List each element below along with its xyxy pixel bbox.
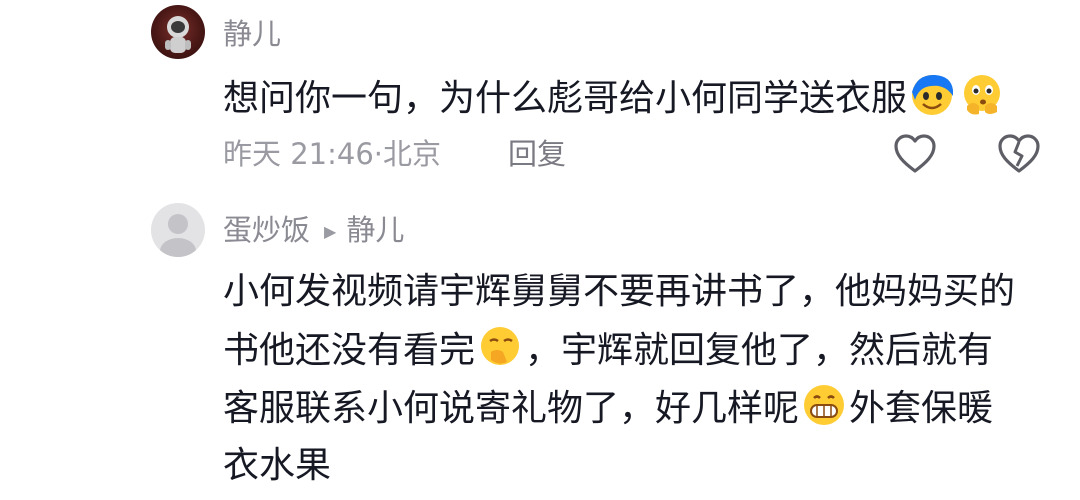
comment-line-1: 小何发视频请宇辉舅舅不要再讲书了，他妈妈买的 [223, 271, 1016, 312]
avatar[interactable] [151, 203, 205, 257]
username[interactable]: 静儿 [223, 16, 281, 52]
reply-arrow-icon: ▶ [324, 222, 337, 241]
reply-button[interactable]: 回复 [508, 136, 566, 172]
astronaut-avatar-icon [165, 16, 191, 53]
comment-text: 想问你一句，为什么彪哥给小何同学送衣服 [223, 72, 1007, 133]
comment-text-segment: ，宇辉就回复他了，然后就有 [525, 330, 994, 371]
comment-line-2: 书他还没有看完 ，宇辉就回复他了，然后就有 [223, 324, 993, 385]
thinking-face-icon [959, 72, 1005, 133]
grinning-face-icon [801, 382, 847, 443]
smiling-face-icon [909, 72, 955, 133]
comment-text-segment: 书他还没有看完 [223, 330, 476, 371]
username-line: 蛋炒饭 ▶ 静儿 [223, 212, 404, 253]
default-user-icon [160, 214, 196, 257]
avatar[interactable] [151, 5, 205, 59]
reply-to-username[interactable]: 静儿 [346, 213, 404, 247]
comment-line-4: 衣水果 [223, 445, 332, 486]
broken-heart-icon[interactable] [997, 134, 1041, 178]
face-with-hand-over-mouth-icon [477, 324, 523, 385]
comment-text-segment: 外套保暖 [849, 388, 994, 429]
like-heart-icon[interactable] [893, 134, 937, 178]
comment-body: 想问你一句，为什么彪哥给小何同学送衣服 [223, 78, 908, 119]
comment-meta: 昨天 21:46·北京 [223, 137, 442, 171]
comment-text-segment: 客服联系小何说寄礼物了，好几样呢 [223, 388, 800, 429]
username[interactable]: 蛋炒饭 [223, 213, 310, 247]
comment-line-3: 客服联系小何说寄礼物了，好几样呢 外套保暖 [223, 382, 993, 443]
